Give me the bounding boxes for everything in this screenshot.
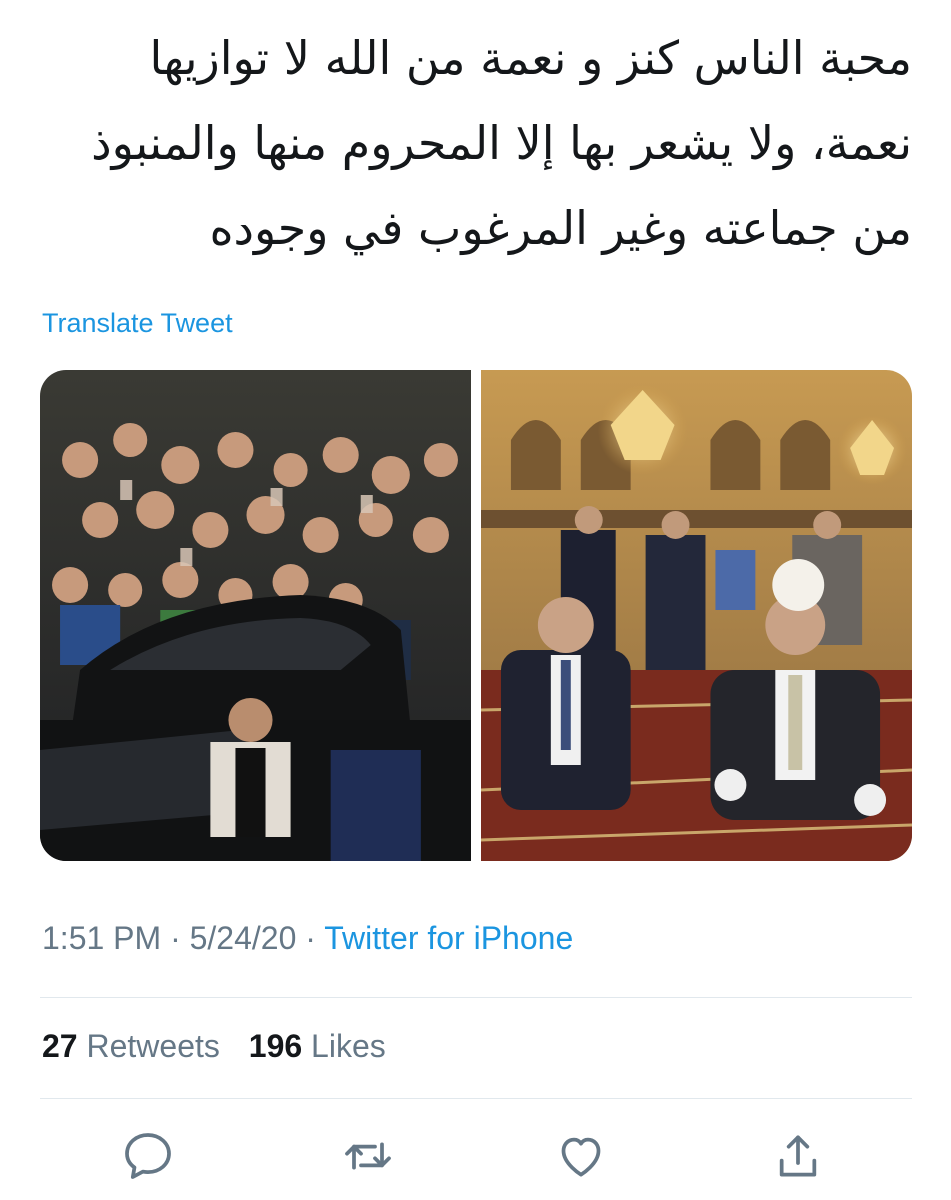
meta-separator: · [305,920,316,956]
like-button[interactable] [553,1128,609,1184]
tweet-source-link[interactable]: Twitter for iPhone [324,920,573,956]
crowd-photo-image [40,370,471,861]
share-icon [779,1135,817,1177]
retweets-label: Retweets [86,1028,220,1064]
tweet-text: محبة الناس كنز و نعمة من الله لا توازيها… [40,16,912,271]
likes-count: 196 [248,1028,303,1064]
divider [40,1098,912,1099]
tweet-text-line: نعمة، ولا يشعر بها إلا المحروم منها والم… [91,116,912,170]
meta-separator: · [170,920,181,956]
tweet-stats: 27 Retweets 196 Likes [42,1028,406,1065]
retweets-stat[interactable]: 27 Retweets [42,1028,220,1064]
retweets-count: 27 [42,1028,78,1064]
tweet-date: 5/24/20 [189,920,297,956]
reply-icon [125,1133,171,1179]
reply-button[interactable] [120,1128,176,1184]
tweet-actions [40,1128,912,1188]
tweet-text-line: محبة الناس كنز و نعمة من الله لا توازيها [149,31,912,85]
retweet-icon [345,1142,391,1170]
tweet-text-line: من جماعته وغير المرغوب في وجوده [209,201,912,255]
like-icon [561,1137,601,1177]
crowd-photo[interactable] [40,370,471,861]
mosque-photo-image [481,370,912,861]
tweet-meta: 1:51 PM · 5/24/20 · Twitter for iPhone [42,920,573,957]
mosque-photo[interactable] [481,370,912,861]
tweet-time: 1:51 PM [42,920,162,956]
translate-tweet-link[interactable]: Translate Tweet [42,308,233,339]
share-button[interactable] [770,1128,826,1184]
tweet-media [40,370,912,861]
divider [40,997,912,998]
retweet-button[interactable] [340,1128,396,1184]
likes-stat[interactable]: 196 Likes [249,1028,386,1064]
likes-label: Likes [311,1028,386,1064]
